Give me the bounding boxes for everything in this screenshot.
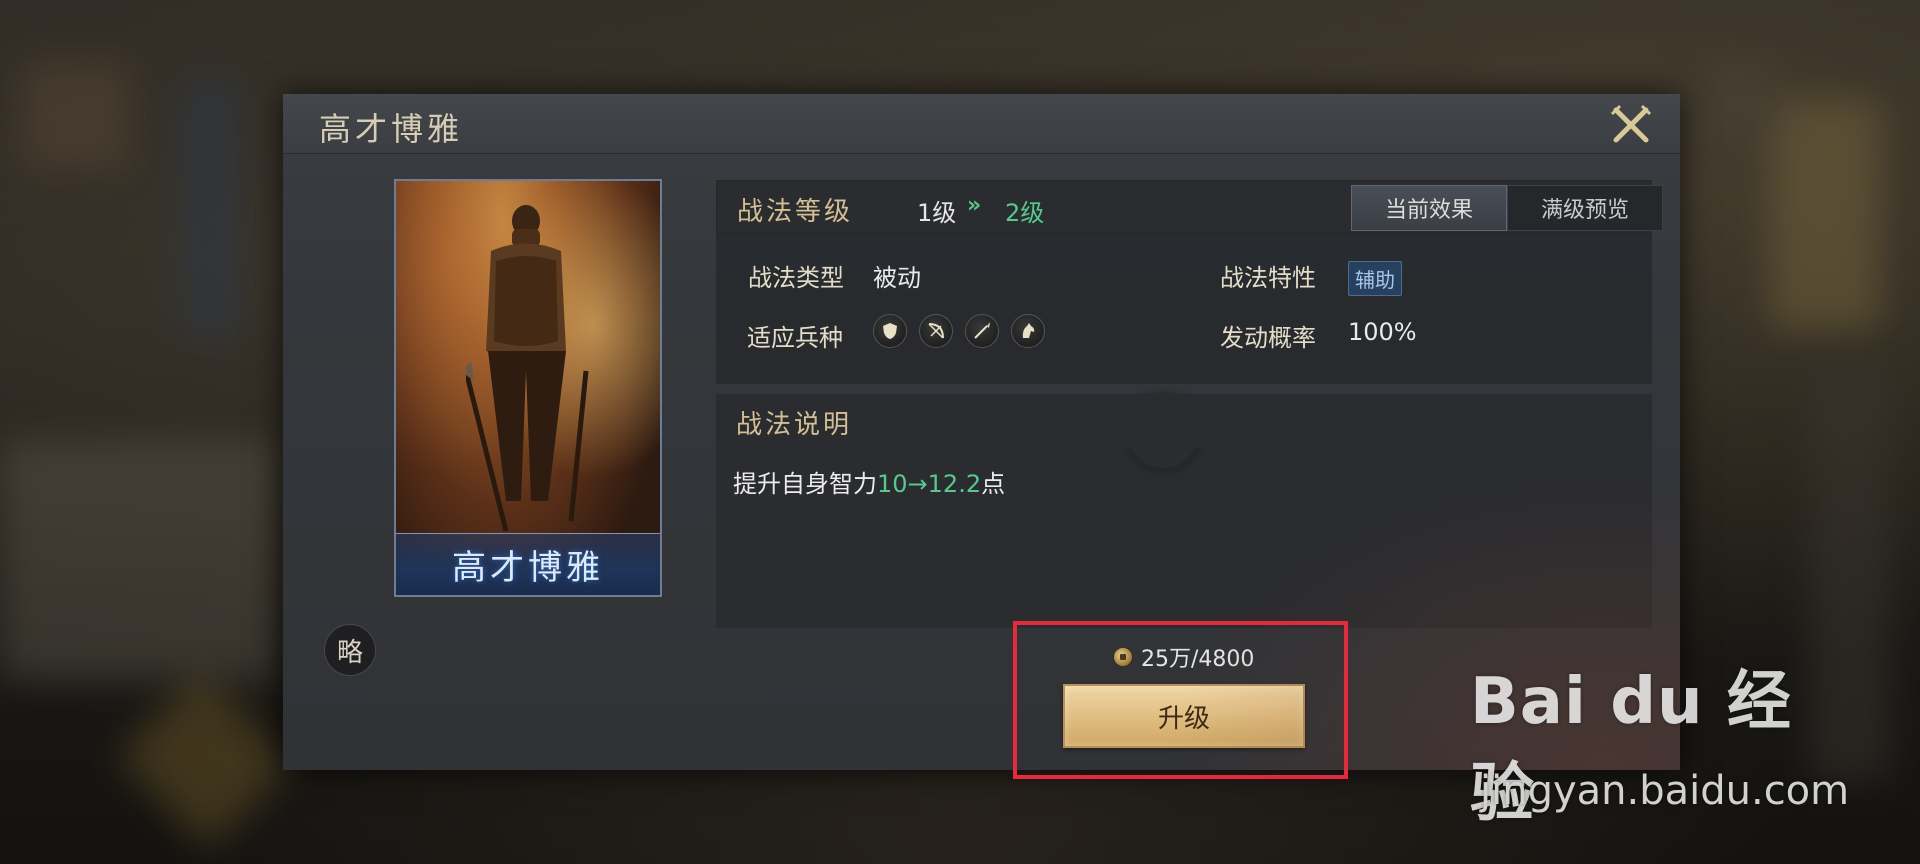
skill-trait-label: 战法特性: [1220, 264, 1316, 292]
skill-type-label: 战法类型: [748, 264, 844, 292]
level-bar: 战法等级 1级 » 2级 当前效果 满级预览: [716, 180, 1663, 234]
tab-current-effect[interactable]: 当前效果: [1351, 185, 1507, 231]
level-label: 战法等级: [737, 197, 854, 227]
warrior-illustration: [466, 205, 589, 532]
tab-max-level-preview[interactable]: 满级预览: [1507, 185, 1663, 231]
coin-icon: [1113, 647, 1133, 667]
description-arrow: →: [907, 470, 928, 498]
upgrade-cost: 25万/4800: [1113, 641, 1254, 673]
description-header: 战法说明: [716, 394, 1652, 448]
close-icon[interactable]: [1610, 104, 1652, 146]
unit-types-label: 适应兵种: [747, 324, 843, 352]
bow-icon: [919, 314, 953, 348]
upgrade-button[interactable]: 升级: [1063, 684, 1305, 748]
card-name: 高才博雅: [452, 548, 604, 588]
skill-trait-tag: 辅助: [1348, 261, 1402, 296]
description-prefix: 提升自身智力: [733, 470, 877, 498]
horse-icon: [1011, 314, 1045, 348]
level-arrow-icon: »: [967, 193, 982, 218]
description-body: 提升自身智力10→12.2点: [716, 448, 1652, 628]
description-from-value: 10: [877, 470, 908, 498]
baidu-jingyan-watermark: Bai du 经验 jingyan.baidu.com: [1470, 650, 1850, 831]
cost-text: 25万/4800: [1141, 647, 1255, 672]
description-title: 战法说明: [736, 410, 853, 440]
watermark-url: jingyan.baidu.com: [1480, 768, 1850, 814]
level-next: 2级: [1005, 199, 1045, 227]
trigger-rate-label: 发动概率: [1220, 324, 1316, 352]
skill-card: 高才博雅: [394, 179, 662, 597]
description-to-value: 12.2: [927, 470, 982, 498]
level-current: 1级: [917, 199, 957, 227]
dialog-title: 高才博雅: [319, 110, 464, 148]
trigger-rate-value: 100%: [1348, 318, 1417, 346]
skill-type-value: 被动: [873, 264, 921, 292]
dialog-header: 高才博雅: [283, 94, 1680, 154]
description-text: 提升自身智力10→12.2点: [733, 464, 1005, 499]
attribute-panel: 战法类型 被动 战法特性 辅助 适应兵种 发动概率 100%: [716, 234, 1652, 384]
description-suffix: 点: [981, 470, 1006, 498]
shield-icon: [873, 314, 907, 348]
spear-icon: [965, 314, 999, 348]
card-name-bar: 高才博雅: [396, 533, 660, 595]
strategy-type-badge[interactable]: 略: [324, 624, 376, 676]
